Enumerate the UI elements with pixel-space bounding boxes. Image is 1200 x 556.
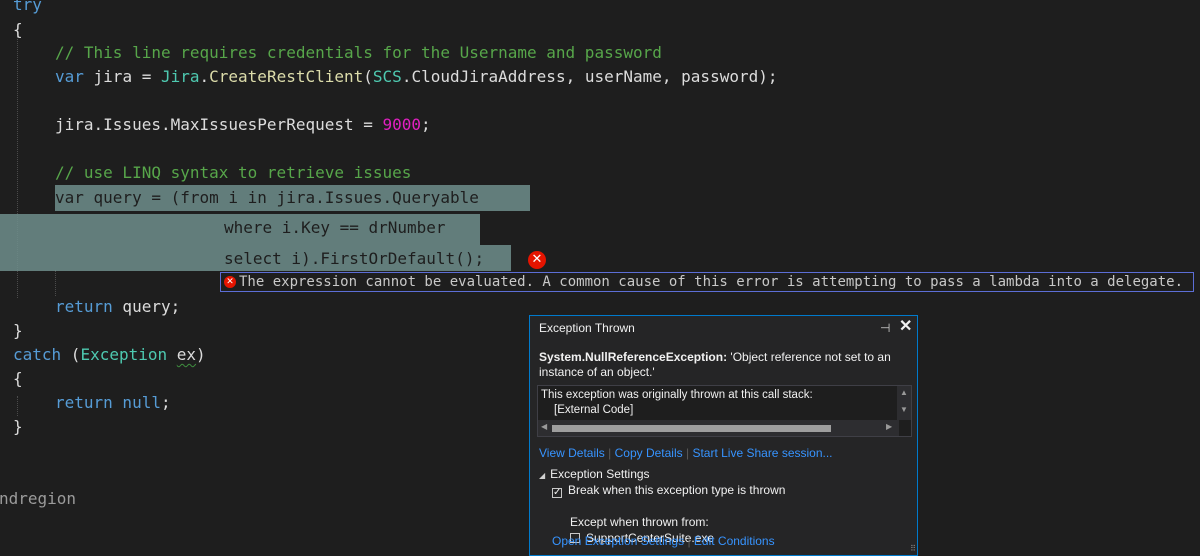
- code-line-max-issues[interactable]: jira.Issues.MaxIssuesPerRequest = 9000;: [55, 113, 431, 137]
- code-type: Exception: [80, 345, 168, 364]
- indent-guide: [55, 270, 56, 296]
- code-line-create-client[interactable]: var jira = Jira.CreateRestClient(SCS.Clo…: [55, 65, 778, 89]
- resize-grip-icon[interactable]: ⠿: [910, 544, 916, 553]
- vertical-scrollbar[interactable]: ▲ ▼: [897, 386, 911, 420]
- code-keyword: catch: [13, 345, 62, 364]
- code-punct: (: [61, 345, 81, 364]
- code-punct: ;: [160, 393, 171, 412]
- code-method: CreateRestClient: [209, 67, 364, 86]
- call-stack-intro: This exception was originally thrown at …: [541, 389, 813, 401]
- scroll-down-icon[interactable]: ▼: [900, 405, 908, 414]
- code-type: Jira: [160, 67, 200, 86]
- code-endregion[interactable]: ndregion: [0, 487, 76, 511]
- code-brace[interactable]: }: [13, 415, 23, 439]
- code-type: SCS: [372, 67, 402, 86]
- call-stack-box[interactable]: This exception was originally thrown at …: [537, 385, 912, 437]
- code-punct: .: [199, 67, 210, 86]
- indent-guide: [17, 396, 18, 416]
- code-comment[interactable]: // This line requires credentials for th…: [55, 41, 662, 65]
- scroll-thumb[interactable]: [552, 425, 831, 432]
- code-punct: [167, 345, 177, 364]
- code-catch[interactable]: catch (Exception ex): [13, 343, 206, 367]
- pin-icon[interactable]: ⊣: [880, 316, 890, 340]
- open-exception-settings-link[interactable]: Open Exception Settings: [552, 534, 684, 548]
- code-query-line[interactable]: where i.Key == drNumber: [224, 216, 446, 240]
- exception-type: System.NullReferenceException:: [539, 350, 728, 364]
- live-share-link[interactable]: Start Live Share session...: [692, 446, 832, 460]
- error-message: The expression cannot be evaluated. A co…: [239, 274, 1184, 290]
- code-identifier-warning: ex: [176, 345, 197, 364]
- exception-popup[interactable]: Exception Thrown ⊣ ✕ System.NullReferenc…: [529, 315, 918, 556]
- call-stack-entry[interactable]: [External Code]: [554, 403, 633, 418]
- code-number: 9000: [382, 115, 422, 134]
- code-comment[interactable]: // use LINQ syntax to retrieve issues: [55, 161, 411, 185]
- code-punct: ): [196, 345, 206, 364]
- collapse-triangle-icon[interactable]: ◢: [539, 471, 545, 480]
- scroll-left-icon[interactable]: ◀: [541, 422, 547, 431]
- code-identifier: jira.Issues.MaxIssuesPerRequest =: [55, 115, 383, 134]
- scroll-up-icon[interactable]: ▲: [900, 388, 908, 397]
- exception-settings-label: Exception Settings: [550, 467, 650, 481]
- view-details-link[interactable]: View Details: [539, 446, 605, 460]
- code-brace[interactable]: }: [13, 319, 23, 343]
- code-try[interactable]: try: [13, 0, 42, 17]
- code-keyword: return: [55, 297, 113, 316]
- except-when-label: Except when thrown from:: [570, 515, 709, 529]
- code-punct: (: [363, 67, 373, 86]
- break-when-thrown-checkbox[interactable]: ✓: [552, 488, 562, 498]
- exception-settings-header[interactable]: ◢ Exception Settings: [539, 467, 650, 481]
- code-brace[interactable]: {: [13, 367, 23, 391]
- code-keyword: return: [55, 393, 113, 412]
- details-links: View Details | Copy Details | Start Live…: [539, 446, 833, 460]
- code-query-line[interactable]: var query = (from i in jira.Issues.Query…: [55, 186, 479, 210]
- horizontal-scrollbar[interactable]: ◀ ▶: [538, 420, 899, 436]
- error-tooltip: ✕ The expression cannot be evaluated. A …: [220, 272, 1194, 292]
- close-icon[interactable]: ✕: [899, 315, 912, 339]
- code-keyword: null: [112, 393, 161, 412]
- code-return[interactable]: return query;: [55, 295, 180, 319]
- code-keyword: var: [55, 67, 84, 86]
- error-icon: ✕: [224, 276, 236, 288]
- code-brace[interactable]: {: [13, 18, 23, 42]
- code-identifier: jira =: [83, 67, 161, 86]
- break-when-thrown-row[interactable]: ✓ Break when this exception type is throw…: [552, 483, 785, 498]
- exception-message: System.NullReferenceException: 'Object r…: [539, 350, 909, 380]
- copy-details-link[interactable]: Copy Details: [615, 446, 683, 460]
- break-when-thrown-label: Break when this exception type is thrown: [568, 483, 786, 497]
- popup-header[interactable]: Exception Thrown ⊣ ✕: [530, 316, 917, 340]
- code-punct: ;: [421, 115, 431, 134]
- scroll-right-icon[interactable]: ▶: [886, 422, 892, 431]
- edit-conditions-link[interactable]: Edit Conditions: [694, 534, 775, 548]
- code-identifier: query;: [112, 297, 181, 316]
- code-return-null[interactable]: return null;: [55, 391, 171, 415]
- code-query-line[interactable]: select i).FirstOrDefault();: [224, 247, 484, 271]
- settings-links: Open Exception Settings | Edit Condition…: [552, 534, 775, 548]
- code-identifier: .CloudJiraAddress, userName, password);: [401, 67, 778, 86]
- popup-title: Exception Thrown: [539, 321, 635, 335]
- error-icon[interactable]: ✕: [528, 251, 546, 269]
